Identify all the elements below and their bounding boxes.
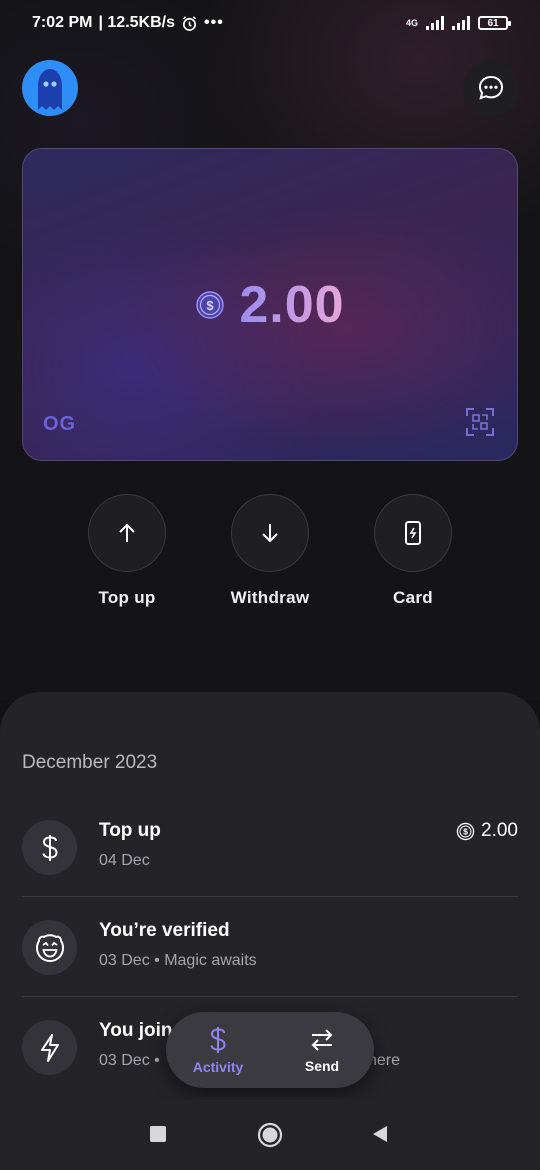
scan-qr-icon[interactable] xyxy=(465,407,495,437)
transaction-title: Top up xyxy=(99,820,161,841)
home-icon[interactable] xyxy=(257,1122,283,1148)
transaction-subtitle: 03 Dec • Magic awaits xyxy=(99,952,257,969)
activity-sheet[interactable]: December 2023 Top up 04 Dec $ 2.00 You’r… xyxy=(0,692,540,1170)
more-notifications-icon: ••• xyxy=(203,14,224,31)
back-icon[interactable] xyxy=(370,1124,390,1144)
smile-face-icon-wrap xyxy=(22,920,77,975)
divider xyxy=(22,896,518,897)
status-time: 7:02 PM xyxy=(32,14,93,31)
status-bar: 7:02 PM | 12.5KB/s ••• 4G 61 xyxy=(0,0,540,46)
nav-activity-label: Activity xyxy=(192,1059,244,1075)
month-header: December 2023 xyxy=(22,752,158,773)
divider xyxy=(22,996,518,997)
action-buttons: Top up Withdraw Card xyxy=(0,494,540,614)
transaction-amount: $ 2.00 xyxy=(456,820,518,842)
chat-button[interactable] xyxy=(463,60,519,116)
signal-icon-2 xyxy=(452,16,470,30)
transaction-row[interactable]: You’re verified 03 Dec • Magic awaits xyxy=(22,898,518,996)
card-label: Card xyxy=(393,588,433,607)
battery-icon: 61 xyxy=(478,16,511,30)
arrow-up-icon xyxy=(119,523,135,542)
chat-bubble-icon xyxy=(478,75,504,100)
transaction-row[interactable]: Top up 04 Dec $ 2.00 xyxy=(22,798,518,896)
bottom-nav: Activity Send xyxy=(166,1012,374,1088)
card-button[interactable] xyxy=(374,494,452,572)
lightning-icon xyxy=(40,1033,59,1062)
recent-apps-icon[interactable] xyxy=(148,1124,168,1144)
balance-amount: 2.00 xyxy=(239,276,345,334)
system-nav-bar xyxy=(0,1100,540,1170)
swap-arrows-icon xyxy=(311,1029,333,1051)
ghost-avatar-icon xyxy=(38,69,62,110)
svg-text:$: $ xyxy=(207,298,215,313)
top-up-label: Top up xyxy=(98,588,156,607)
withdraw-label: Withdraw xyxy=(230,588,310,607)
arrow-down-icon xyxy=(262,524,278,543)
transaction-title: You join xyxy=(99,1020,173,1041)
card-logo: OG xyxy=(43,413,77,435)
dollar-icon xyxy=(42,834,58,861)
signal-icon xyxy=(426,16,444,30)
status-speed: | 12.5KB/s xyxy=(98,14,175,31)
transaction-amount-value: 2.00 xyxy=(481,820,518,841)
transaction-subtitle: 03 Dec • xyxy=(99,1052,160,1069)
card-action[interactable]: Card xyxy=(348,494,478,608)
lightning-icon-wrap xyxy=(22,1020,77,1075)
battery-level: 61 xyxy=(487,17,499,29)
balance-row: $ 2.00 xyxy=(23,275,517,335)
usd-coin-small-icon: $ xyxy=(456,822,475,840)
top-up-button[interactable] xyxy=(88,494,166,572)
alarm-icon xyxy=(182,15,197,31)
network-type: 4G xyxy=(405,18,418,28)
transaction-date: 04 Dec xyxy=(99,852,150,869)
svg-text:$: $ xyxy=(463,826,468,836)
avatar[interactable] xyxy=(22,60,78,116)
balance-card[interactable]: $ 2.00 OG xyxy=(22,148,518,461)
usd-coin-icon: $ xyxy=(196,291,225,319)
card-icon xyxy=(405,521,421,545)
nav-send[interactable]: Send xyxy=(270,1012,374,1088)
nav-send-label: Send xyxy=(304,1058,340,1074)
withdraw-button[interactable] xyxy=(231,494,309,572)
smile-face-icon xyxy=(35,933,64,962)
withdraw-action[interactable]: Withdraw xyxy=(205,494,335,608)
transaction-title: You’re verified xyxy=(99,920,230,941)
nav-activity[interactable]: Activity xyxy=(166,1012,270,1088)
dollar-icon-wrap xyxy=(22,820,77,875)
activity-dollar-icon xyxy=(210,1027,226,1053)
top-up-action[interactable]: Top up xyxy=(62,494,192,608)
